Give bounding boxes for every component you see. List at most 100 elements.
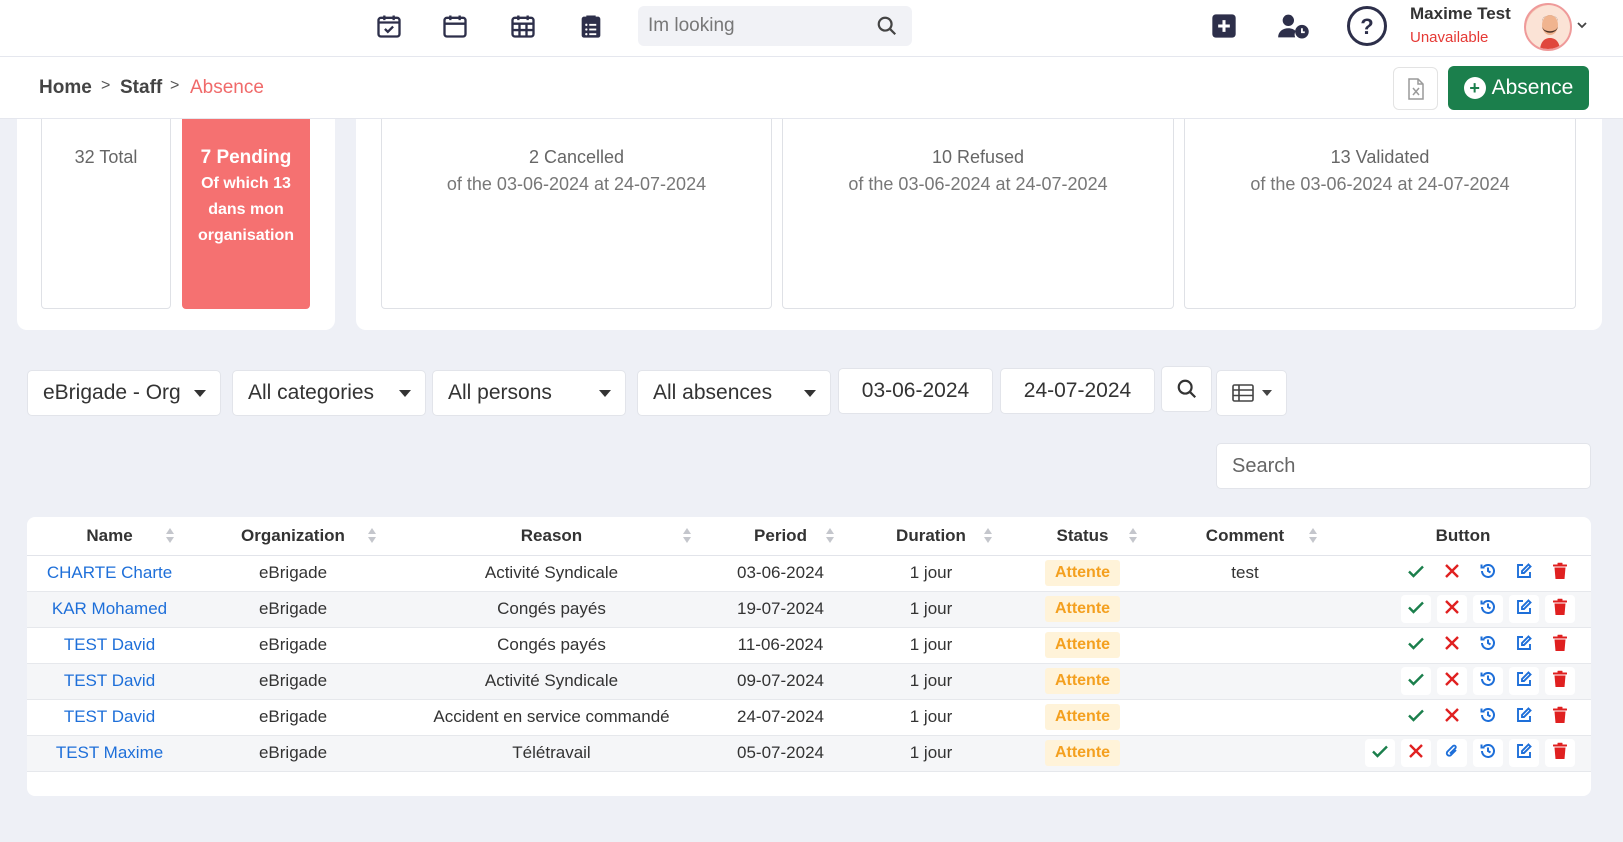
cell-status: Attente	[1010, 591, 1155, 628]
history-button[interactable]	[1473, 739, 1503, 767]
table-search[interactable]	[1216, 443, 1591, 489]
breadcrumb-home[interactable]: Home	[39, 77, 92, 99]
edit-icon	[1515, 706, 1533, 729]
delete-button[interactable]	[1545, 559, 1575, 587]
stat-period: of the 03-06-2024 at 24-07-2024	[446, 174, 707, 194]
edit-button[interactable]	[1509, 559, 1539, 587]
edit-button[interactable]	[1509, 667, 1539, 695]
stat-card-cancelled[interactable]: 2 Cancelled of the 03-06-2024 at 24-07-2…	[381, 110, 772, 309]
history-button[interactable]	[1473, 667, 1503, 695]
edit-button[interactable]	[1509, 703, 1539, 731]
refuse-button[interactable]	[1437, 631, 1467, 659]
refuse-button[interactable]	[1437, 595, 1467, 623]
check-icon	[1407, 598, 1425, 621]
column-header-name[interactable]: Name	[27, 517, 192, 556]
calendar-grid-icon[interactable]	[509, 12, 537, 40]
stat-card-refused[interactable]: 10 Refused of the 03-06-2024 at 24-07-20…	[782, 110, 1174, 309]
stat-card-validated[interactable]: 13 Validated of the 03-06-2024 at 24-07-…	[1184, 110, 1576, 309]
plus-square-icon[interactable]	[1210, 12, 1238, 40]
row-actions	[1335, 739, 1591, 767]
attachment-button[interactable]	[1437, 739, 1467, 767]
history-button[interactable]	[1473, 631, 1503, 659]
table-search-input[interactable]	[1217, 444, 1590, 488]
validate-button[interactable]	[1401, 667, 1431, 695]
stat-card-total[interactable]: 32 Total	[41, 110, 171, 309]
filter-absences[interactable]: All absences	[637, 370, 831, 416]
clipboard-list-icon[interactable]	[577, 12, 605, 40]
stat-period: of the 03-06-2024 at 24-07-2024	[848, 174, 1108, 194]
cell-actions	[1335, 591, 1591, 628]
cell-organization: eBrigade	[192, 627, 394, 664]
column-header-duration[interactable]: Duration	[852, 517, 1010, 556]
column-toggle-button[interactable]	[1216, 370, 1287, 416]
cell-name[interactable]: TEST David	[27, 699, 192, 736]
calendar-check-icon[interactable]	[375, 12, 403, 40]
refuse-button[interactable]	[1437, 703, 1467, 731]
column-header-status[interactable]: Status	[1010, 517, 1155, 556]
filter-organization[interactable]: eBrigade - Org	[27, 370, 221, 416]
validate-button[interactable]	[1401, 631, 1431, 659]
breadcrumb-staff[interactable]: Staff	[120, 77, 162, 99]
global-search[interactable]	[638, 6, 912, 46]
cell-name[interactable]: KAR Mohamed	[27, 591, 192, 628]
global-search-input[interactable]	[638, 6, 858, 46]
edit-button[interactable]	[1509, 595, 1539, 623]
cell-duration: 1 jour	[852, 663, 1010, 700]
cell-name[interactable]: CHARTE Charte	[27, 555, 192, 592]
help-circle-icon[interactable]: ?	[1346, 5, 1388, 47]
delete-button[interactable]	[1545, 631, 1575, 659]
user-clock-icon[interactable]	[1277, 12, 1311, 40]
chevron-down-icon[interactable]	[1576, 18, 1588, 36]
cell-reason: Accident en service commandé	[394, 699, 709, 736]
calendar-icon[interactable]	[441, 12, 469, 40]
search-icon[interactable]	[876, 15, 898, 42]
column-header-organization[interactable]: Organization	[192, 517, 394, 556]
history-button[interactable]	[1473, 703, 1503, 731]
sort-icon[interactable]	[683, 528, 691, 544]
sort-icon[interactable]	[166, 528, 174, 544]
date-to-input[interactable]: 24-07-2024	[1000, 368, 1155, 414]
history-button[interactable]	[1473, 559, 1503, 587]
date-from-input[interactable]: 03-06-2024	[838, 368, 993, 414]
column-header-reason[interactable]: Reason	[394, 517, 709, 556]
sort-icon[interactable]	[1129, 528, 1137, 544]
check-icon	[1407, 634, 1425, 657]
sort-icon[interactable]	[826, 528, 834, 544]
stat-card-pending[interactable]: 7 Pending Of which 13 dans mon organisat…	[182, 110, 310, 309]
column-header-comment[interactable]: Comment	[1155, 517, 1335, 556]
edit-button[interactable]	[1509, 631, 1539, 659]
edit-icon	[1515, 634, 1533, 657]
sort-icon[interactable]	[368, 528, 376, 544]
sort-icon[interactable]	[984, 528, 992, 544]
add-absence-button[interactable]: + Absence	[1448, 66, 1589, 110]
filter-search-button[interactable]	[1161, 366, 1212, 412]
delete-button[interactable]	[1545, 703, 1575, 731]
validate-button[interactable]	[1365, 739, 1395, 767]
column-header-period[interactable]: Period	[709, 517, 852, 556]
cell-name[interactable]: TEST David	[27, 627, 192, 664]
cell-name[interactable]: TEST David	[27, 663, 192, 700]
refuse-button[interactable]	[1437, 667, 1467, 695]
history-button[interactable]	[1473, 595, 1503, 623]
cell-actions	[1335, 663, 1591, 700]
cell-name[interactable]: TEST Maxime	[27, 735, 192, 772]
refuse-button[interactable]	[1401, 739, 1431, 767]
delete-button[interactable]	[1545, 595, 1575, 623]
filter-absences-value: All absences	[653, 381, 773, 404]
validate-button[interactable]	[1401, 559, 1431, 587]
user-name[interactable]: Maxime Test	[1410, 4, 1511, 24]
delete-button[interactable]	[1545, 667, 1575, 695]
edit-button[interactable]	[1509, 739, 1539, 767]
close-icon	[1444, 599, 1460, 620]
filter-persons[interactable]: All persons	[432, 370, 626, 416]
export-excel-button[interactable]	[1393, 67, 1438, 110]
validate-button[interactable]	[1401, 703, 1431, 731]
validate-button[interactable]	[1401, 595, 1431, 623]
avatar[interactable]	[1524, 3, 1572, 51]
history-icon	[1479, 598, 1497, 621]
refuse-button[interactable]	[1437, 559, 1467, 587]
delete-button[interactable]	[1545, 739, 1575, 767]
stat-period: of the 03-06-2024 at 24-07-2024	[1250, 174, 1510, 194]
sort-icon[interactable]	[1309, 528, 1317, 544]
filter-categories[interactable]: All categories	[232, 370, 426, 416]
